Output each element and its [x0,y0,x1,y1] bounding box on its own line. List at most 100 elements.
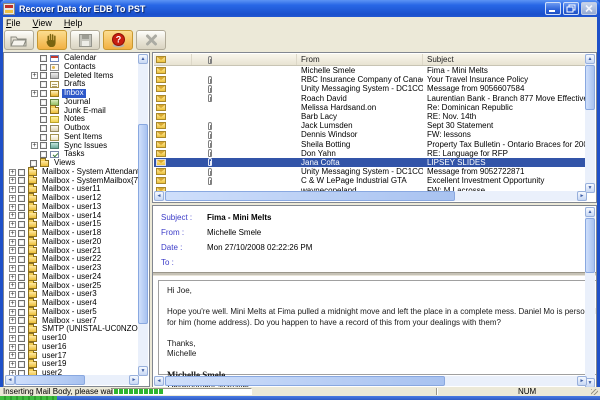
checkbox[interactable] [18,274,25,281]
mail-list-hscrollbar-arrow-start[interactable]: ◄ [154,191,164,201]
expander-icon[interactable]: + [9,195,16,202]
checkbox[interactable] [18,335,25,342]
mail-row[interactable]: Don YahnRE: Language for RFP [154,149,595,158]
tree-scrollbar[interactable]: ▲▼ [138,54,148,376]
menu-help[interactable]: Help [64,18,83,28]
expander-icon[interactable]: + [9,256,16,263]
expander-icon[interactable]: + [9,265,16,272]
checkbox[interactable] [18,317,25,324]
expander-icon[interactable]: + [31,90,38,97]
expander-icon[interactable]: + [9,221,16,228]
checkbox[interactable] [18,230,25,237]
expander-icon[interactable]: + [9,247,16,254]
tree-scrollbar-arrow-start[interactable]: ▲ [138,54,148,64]
checkbox[interactable] [18,239,25,246]
checkbox[interactable] [40,90,47,97]
preview-scrollbar[interactable]: ▲▼ [585,207,595,388]
tree-hscrollbar-arrow-end[interactable]: ► [129,375,139,385]
mail-row[interactable]: Unity Messaging System - DC1COUNTY1Messa… [154,167,595,176]
minimize-button[interactable] [545,2,561,15]
mail-row[interactable]: Barb LacyRE: Nov. 14th [154,112,595,121]
checkbox[interactable] [40,107,47,114]
checkbox[interactable] [18,300,25,307]
header-from-column[interactable]: From [297,54,423,65]
mail-list-hscrollbar[interactable]: ◄► [154,191,587,201]
close-button[interactable] [581,2,597,15]
tree-hscrollbar[interactable]: ◄► [5,375,139,385]
checkbox[interactable] [40,116,47,123]
mail-row[interactable]: Dennis WindsorFW: lessons [154,130,595,139]
resize-grip[interactable] [591,389,598,395]
preview-hscrollbar-thumb[interactable] [165,376,445,386]
expander-icon[interactable]: + [9,274,16,281]
checkbox[interactable] [40,142,47,149]
tree-item[interactable]: +SMTP (UNISTAL-UC0NZOZ-{705 [5,325,138,334]
checkbox[interactable] [40,55,47,62]
checkbox[interactable] [18,247,25,254]
expander-icon[interactable]: + [9,177,16,184]
expander-icon[interactable]: + [9,169,16,176]
checkbox[interactable] [18,169,25,176]
checkbox[interactable] [18,212,25,219]
preview-hscrollbar-arrow-start[interactable]: ◄ [154,376,164,386]
tree-item[interactable]: +user19 [5,360,138,369]
mail-list-scrollbar-thumb[interactable] [585,65,595,110]
mail-row[interactable]: Jana CoftaLIPSEY SLIDES [154,158,595,167]
checkbox[interactable] [18,344,25,351]
checkbox[interactable] [18,291,25,298]
checkbox[interactable] [18,361,25,368]
expander-icon[interactable]: + [9,282,16,289]
checkbox[interactable] [40,81,47,88]
mail-row[interactable]: Jack LumsdenSept 30 Statement [154,121,595,130]
expander-icon[interactable]: + [9,291,16,298]
expander-icon[interactable]: + [9,300,16,307]
stop-button[interactable] [37,30,67,50]
tree-item[interactable]: +user16 [5,343,138,352]
checkbox[interactable] [18,204,25,211]
checkbox[interactable] [40,134,47,141]
tree-item[interactable]: +user10 [5,334,138,343]
checkbox[interactable] [18,326,25,333]
checkbox[interactable] [18,256,25,263]
checkbox[interactable] [18,309,25,316]
tree-hscrollbar-thumb[interactable] [15,375,85,385]
mail-row[interactable]: Sheila BottingProperty Tax Bulletin - On… [154,140,595,149]
expander-icon[interactable]: + [9,335,16,342]
checkbox[interactable] [18,186,25,193]
expander-icon[interactable]: + [31,142,38,149]
expander-icon[interactable]: + [9,352,16,359]
mail-list-hscrollbar-arrow-end[interactable]: ► [577,191,587,201]
checkbox[interactable] [40,99,47,106]
checkbox[interactable] [18,177,25,184]
menu-view[interactable]: View [33,18,52,28]
expander-icon[interactable]: + [9,309,16,316]
tree-scrollbar-thumb[interactable] [138,124,148,324]
close-tool-button[interactable] [136,30,166,50]
expander-icon[interactable]: + [9,212,16,219]
checkbox[interactable] [18,195,25,202]
mail-list-scrollbar-arrow-start[interactable]: ▲ [585,54,595,64]
checkbox[interactable] [40,64,47,71]
header-subject-column[interactable]: Subject [423,54,595,65]
help-button[interactable]: ? [103,30,133,50]
mail-row[interactable]: Melissa Hardsand.onRe: Dominican Republi… [154,103,595,112]
mail-row[interactable]: Michelle SmeleFima - Mini Melts [154,66,595,75]
maximize-button[interactable] [563,2,579,15]
expander-icon[interactable]: + [9,326,16,333]
mail-list-hscrollbar-thumb[interactable] [165,191,455,201]
open-button[interactable] [4,30,34,50]
expander-icon[interactable]: + [9,239,16,246]
preview-scrollbar-arrow-start[interactable]: ▲ [585,207,595,217]
expander-icon[interactable]: + [9,361,16,368]
expander-icon[interactable]: + [9,230,16,237]
preview-hscrollbar-arrow-end[interactable]: ► [577,376,587,386]
menu-file[interactable]: File [6,18,21,28]
expander-icon[interactable]: + [9,317,16,324]
expander-icon[interactable]: + [31,72,38,79]
expander-icon[interactable]: + [9,344,16,351]
header-envelope-column[interactable] [154,54,192,65]
save-button[interactable] [70,30,100,50]
mail-row[interactable]: Roach DavidLaurentian Bank - Branch 877 … [154,94,595,103]
title-bar[interactable]: Recover Data for EDB To PST [0,0,600,17]
checkbox[interactable] [18,352,25,359]
